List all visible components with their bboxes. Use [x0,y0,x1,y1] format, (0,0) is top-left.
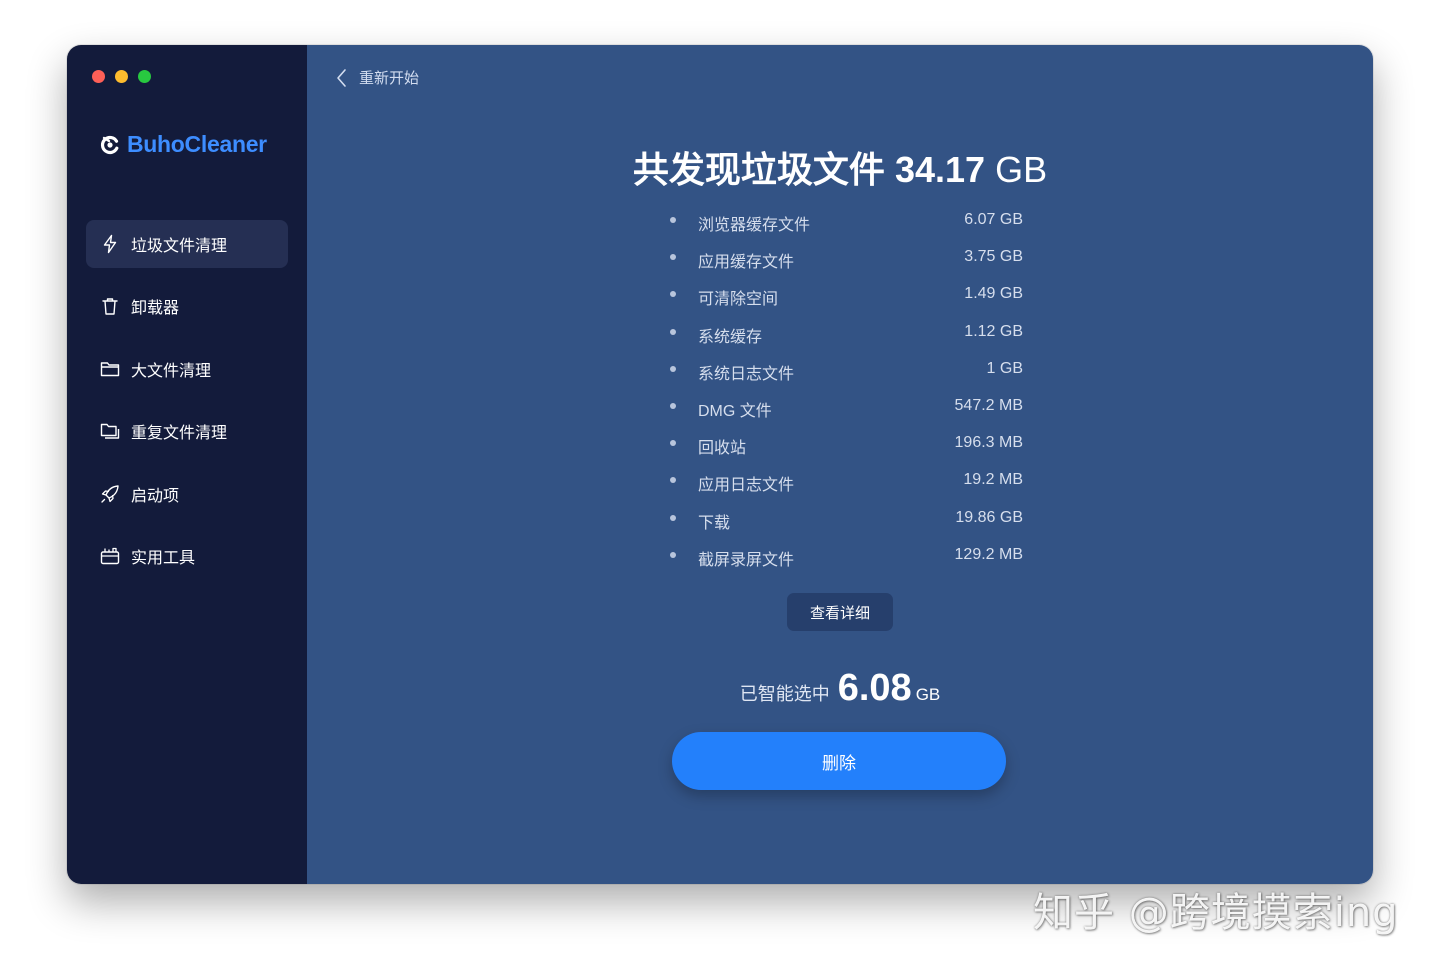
category-size: 6.07 GB [964,211,1023,228]
category-label: 下载 [698,514,731,532]
category-label: 系统缓存 [698,328,763,346]
sidebar-item-label: 卸载器 [131,300,180,318]
category-size: 129.2 MB [954,545,1023,563]
delete-button[interactable]: 删除 [672,732,1006,790]
smart-selection-summary: 已智能选中 6.08 GB [307,667,1373,710]
category-size: 19.2 MB [963,471,1023,489]
category-size: 547.2 MB [954,396,1023,414]
category-size: 19.86 GB [955,508,1023,526]
list-item: 截屏录屏文件 129.2 MB [668,540,1023,577]
rocket-icon [100,484,120,504]
sidebar-item-label: 大文件清理 [131,362,212,380]
category-label: DMG 文件 [698,402,772,420]
bullet [670,477,676,484]
main-panel: 重新开始 共发现垃圾文件 34.17 GB 浏览器缓存文件 6.07 GB 应用缓… [307,45,1373,884]
sidebar-item-duplicate-files[interactable]: 重复文件清理 [86,407,288,455]
brand: BuhoCleaner [100,131,267,158]
selected-label: 已智能选中 [739,684,830,704]
list-item: 浏览器缓存文件 6.07 GB [668,205,1023,242]
minimize-window-button[interactable] [115,70,128,83]
duplicate-folder-icon [100,421,120,441]
list-item: 下载 19.86 GB [668,503,1023,540]
sidebar-item-label: 垃圾文件清理 [131,238,228,255]
app-window: BuhoCleaner 垃圾文件清理 卸载器 大文件清理 重复文件清理 启动项 … [67,45,1373,884]
bullet [670,254,676,261]
category-size: 1.12 GB [964,322,1023,340]
sidebar-item-uninstaller[interactable]: 卸载器 [86,282,288,330]
list-item: 应用日志文件 19.2 MB [668,465,1023,502]
toolbox-icon [100,546,120,566]
list-item: DMG 文件 547.2 MB [668,391,1023,428]
category-label: 回收站 [698,440,747,458]
junk-category-list: 浏览器缓存文件 6.07 GB 应用缓存文件 3.75 GB 可清除空间 1.49 G… [668,205,1023,577]
sidebar: BuhoCleaner 垃圾文件清理 卸载器 大文件清理 重复文件清理 启动项 … [67,45,307,884]
zoom-window-button[interactable] [138,70,151,83]
trash-icon [100,296,120,316]
category-size: 1.49 GB [964,285,1023,303]
view-details-button[interactable]: 查看详细 [787,593,893,631]
window-controls [92,70,151,83]
bullet [670,514,676,521]
folder-icon [100,359,120,379]
category-size: 196.3 MB [954,434,1023,452]
brand-name: BuhoCleaner [127,131,267,157]
list-item: 系统日志文件 1 GB [668,354,1023,391]
list-item: 可清除空间 1.49 GB [668,279,1023,316]
total-size-value: 34.17 [894,149,986,190]
list-item: 系统缓存 1.12 GB [668,317,1023,354]
buho-logo-icon [100,135,119,154]
category-label: 系统日志文件 [698,365,795,383]
list-item: 回收站 196.3 MB [668,428,1023,465]
bullet [670,291,676,298]
sidebar-item-startup-items[interactable]: 启动项 [86,470,288,518]
category-label: 浏览器缓存文件 [698,217,811,234]
bullet [670,217,676,223]
sidebar-item-junk-cleanup[interactable]: 垃圾文件清理 [86,220,288,268]
selected-size-value: 6.08 [837,667,912,709]
back-label: 重新开始 [359,70,420,87]
close-window-button[interactable] [92,70,105,83]
sidebar-nav: 垃圾文件清理 卸载器 大文件清理 重复文件清理 启动项 实用工具 [86,220,288,594]
bullet [670,551,676,558]
selected-size-unit: GB [915,685,941,704]
bullet [670,365,676,372]
title-prefix: 共发现垃圾文件 [632,149,885,190]
watermark: 知乎 @跨境摸索ing [1033,890,1399,936]
category-size: 1 GB [986,359,1023,377]
bullet [670,328,676,335]
category-label: 截屏录屏文件 [698,551,795,569]
restart-back-button[interactable]: 重新开始 [335,67,419,88]
sidebar-item-utilities[interactable]: 实用工具 [86,532,288,580]
lightning-icon [100,234,120,254]
sidebar-item-label: 实用工具 [131,549,196,567]
list-item: 应用缓存文件 3.75 GB [668,242,1023,279]
sidebar-item-label: 重复文件清理 [131,425,228,443]
category-label: 应用缓存文件 [698,254,795,272]
category-label: 可清除空间 [698,291,779,309]
total-size-unit: GB [995,149,1048,190]
category-label: 应用日志文件 [698,477,795,495]
bullet [670,402,676,409]
page-title: 共发现垃圾文件 34.17 GB [307,141,1373,193]
category-size: 3.75 GB [964,248,1023,266]
bullet [670,440,676,447]
sidebar-item-label: 启动项 [131,487,180,505]
sidebar-item-large-files[interactable]: 大文件清理 [86,345,288,393]
chevron-left-icon [337,68,346,87]
